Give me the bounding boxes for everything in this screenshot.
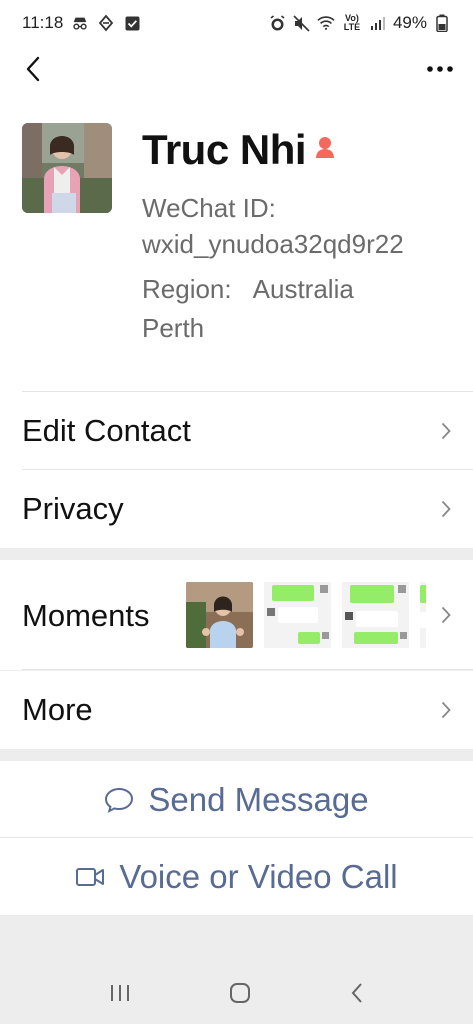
alarm-icon — [269, 14, 287, 32]
chat-bubble-icon — [105, 787, 134, 813]
signal-icon — [369, 14, 387, 32]
more-icon — [427, 66, 453, 72]
incognito-icon — [71, 14, 89, 32]
chevron-right-icon — [441, 500, 451, 518]
region-city: Perth — [142, 313, 205, 343]
back-button[interactable] — [18, 54, 48, 84]
region-country: Australia — [252, 274, 354, 304]
status-time: 11:18 — [22, 13, 64, 32]
recent-apps-button[interactable] — [109, 983, 131, 1008]
region-label: Region: — [142, 274, 232, 304]
moment-thumbnail-chat — [264, 582, 331, 648]
battery-level: 49% — [392, 13, 427, 32]
wechat-id-value: wxid_ynudoa32qd9r22 — [142, 229, 404, 259]
battery-icon — [433, 14, 451, 32]
profile-name: Truc Nhi — [142, 126, 307, 173]
moments-row[interactable]: Moments — [0, 560, 473, 670]
system-back-button[interactable] — [350, 982, 364, 1009]
privacy-row[interactable]: Privacy — [0, 470, 473, 548]
top-nav — [0, 46, 473, 92]
sync-icon — [97, 14, 115, 32]
moment-thumbnail-chat — [420, 582, 426, 648]
avatar[interactable] — [22, 123, 112, 213]
mute-icon — [293, 14, 311, 32]
home-button[interactable] — [229, 982, 251, 1009]
system-nav-bar — [0, 966, 473, 1024]
wechat-id-label: WeChat ID: — [142, 193, 276, 223]
contact-settings-group: Edit Contact Privacy — [0, 392, 473, 548]
network-label: Vo) LTE — [343, 13, 361, 32]
moments-thumbnails — [186, 582, 426, 648]
edit-contact-row[interactable]: Edit Contact — [0, 392, 473, 470]
more-label: More — [22, 692, 93, 727]
privacy-label: Privacy — [22, 491, 124, 526]
profile-card: Truc Nhi WeChat ID: wxid_ynudoa32qd9r22 … — [0, 92, 473, 392]
system-back-icon — [351, 982, 362, 1003]
edit-contact-label: Edit Contact — [22, 413, 191, 448]
chevron-right-icon — [441, 701, 451, 719]
more-row[interactable]: More — [0, 671, 473, 749]
chevron-right-icon — [441, 422, 451, 440]
recent-apps-icon — [111, 984, 130, 1001]
back-icon — [26, 56, 40, 82]
voice-video-call-button[interactable]: Voice or Video Call — [0, 838, 473, 915]
more-options-button[interactable] — [425, 54, 455, 84]
wifi-icon — [317, 14, 335, 32]
moment-thumbnail-photo — [186, 582, 253, 648]
region-line: Region: Australia — [142, 271, 354, 307]
female-gender-icon — [316, 137, 335, 158]
checkbox-icon — [123, 14, 141, 32]
status-bar: 11:18 Vo) LTE 49% — [0, 0, 473, 46]
moment-thumbnail-chat — [342, 582, 409, 648]
home-icon — [230, 982, 251, 1003]
send-message-label: Send Message — [148, 780, 369, 818]
moments-label: Moments — [22, 598, 150, 633]
video-camera-icon — [76, 867, 105, 886]
voice-video-call-label: Voice or Video Call — [119, 857, 398, 895]
chevron-right-icon — [441, 606, 451, 624]
send-message-button[interactable]: Send Message — [0, 761, 473, 838]
